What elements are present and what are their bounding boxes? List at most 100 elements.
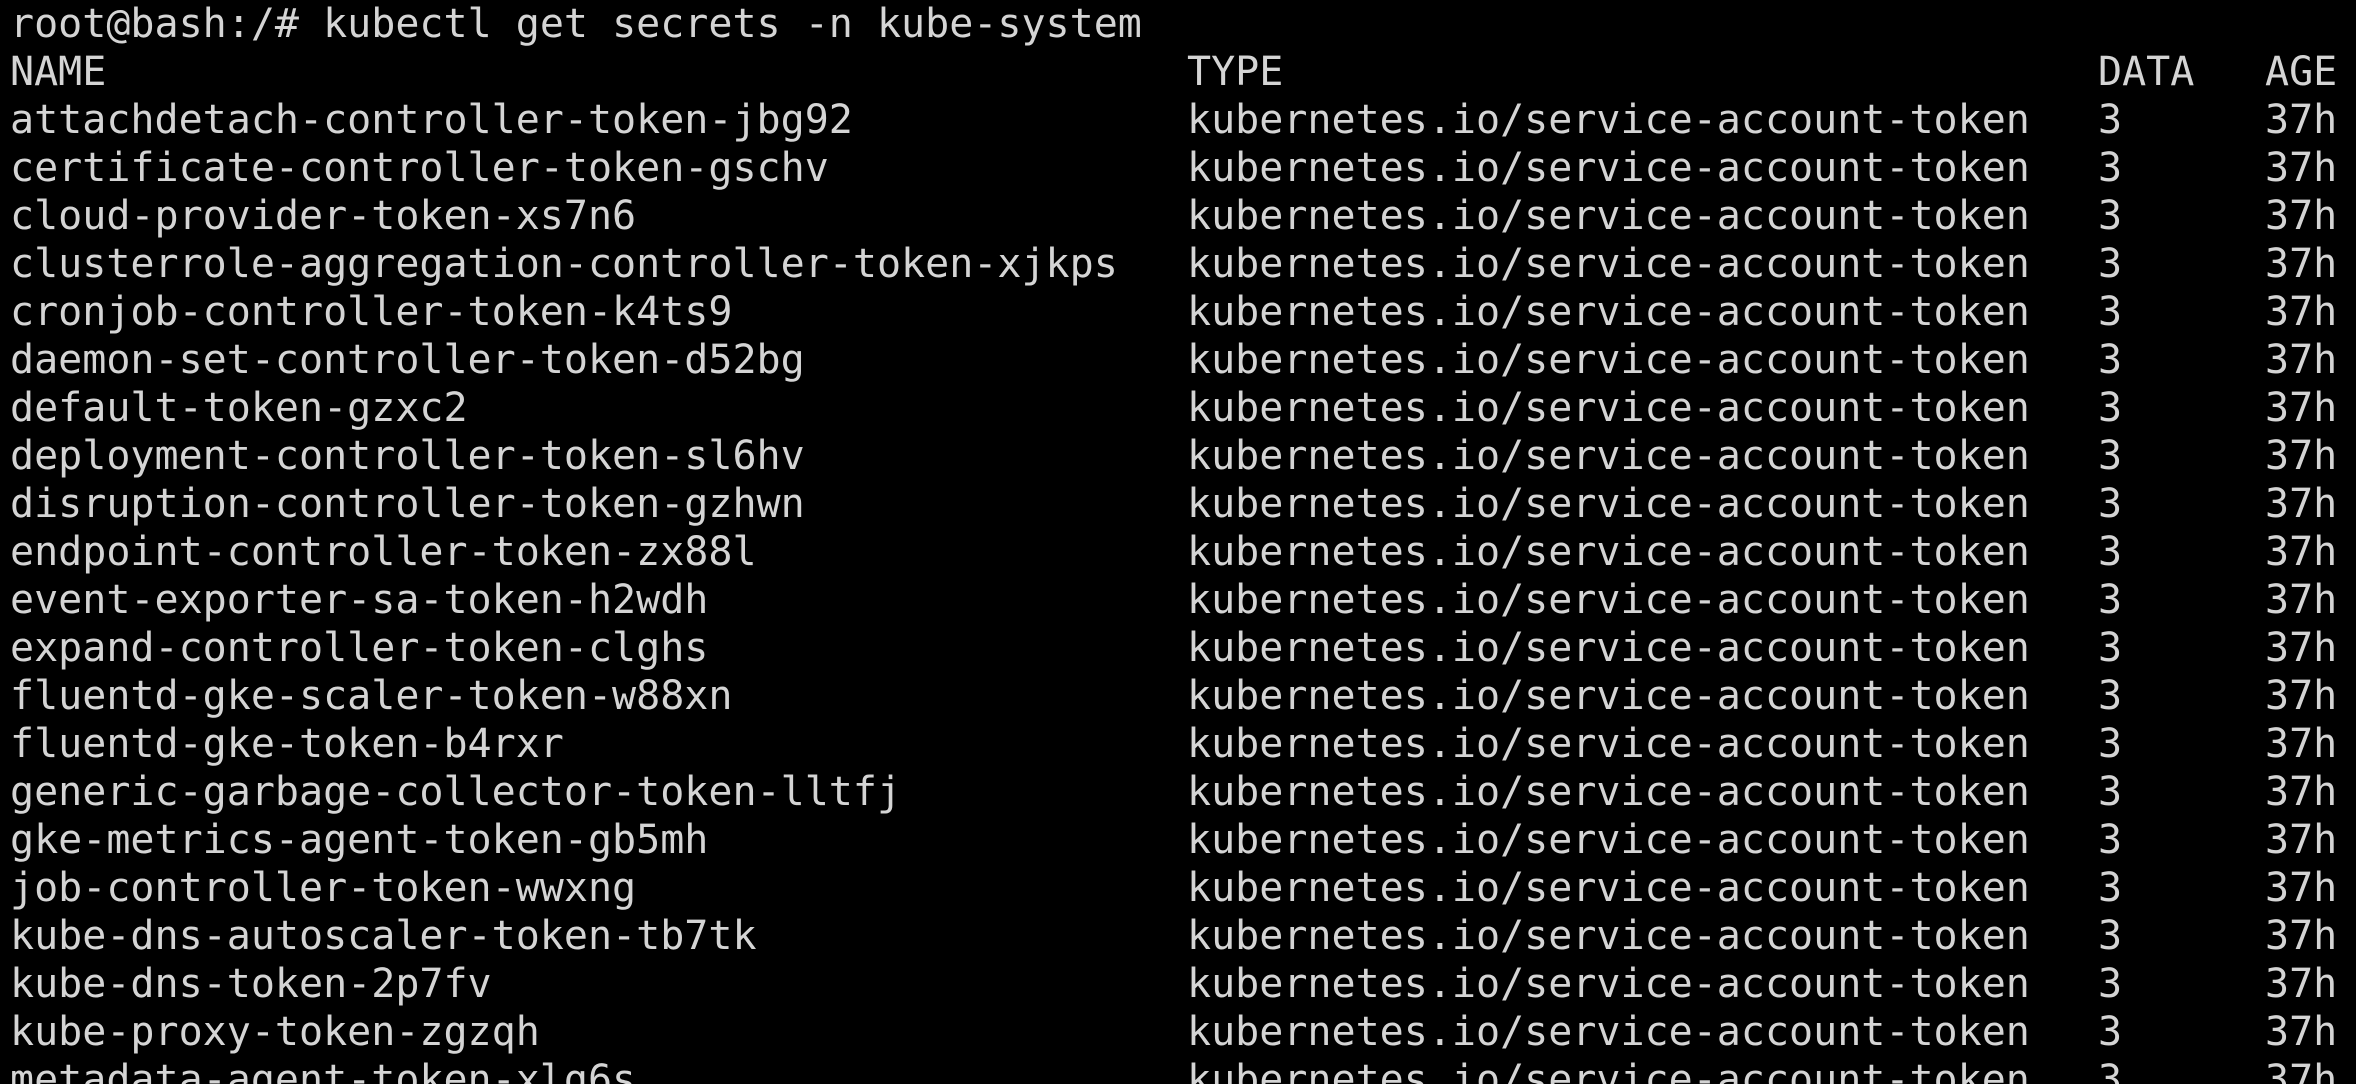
- secret-name-cell: gke-metrics-agent-token-gb5mh: [10, 817, 709, 863]
- table-row: event-exporter-sa-token-h2wdh kubernetes.…: [0, 576, 2356, 624]
- secret-data-cell: 3: [2098, 289, 2123, 335]
- table-row: cloud-provider-token-xs7n6 kubernetes.io/…: [0, 192, 2356, 240]
- secret-data-cell: 3: [2098, 865, 2123, 911]
- secret-name-cell: default-token-gzxc2: [10, 385, 468, 431]
- table-row: kube-dns-autoscaler-token-tb7tk kubernete…: [0, 912, 2356, 960]
- secret-type-cell: kubernetes.io/service-account-token: [1187, 145, 2030, 191]
- secret-type-cell: kubernetes.io/service-account-token: [1187, 529, 2030, 575]
- secret-data-cell: 3: [2098, 961, 2123, 1007]
- table-row: kube-dns-token-2p7fv kubernetes.io/servic…: [0, 960, 2356, 1008]
- secret-name-cell: kube-dns-autoscaler-token-tb7tk: [10, 913, 757, 959]
- secret-data-cell: 3: [2098, 1009, 2123, 1055]
- secret-age-cell: 37h: [2265, 1009, 2338, 1055]
- secret-age-cell: 37h: [2265, 97, 2338, 143]
- secret-data-cell: 3: [2098, 1057, 2123, 1084]
- secret-type-cell: kubernetes.io/service-account-token: [1187, 1009, 2030, 1055]
- secret-name-cell: job-controller-token-wwxng: [10, 865, 637, 911]
- secret-name-cell: kube-dns-token-2p7fv: [10, 961, 492, 1007]
- secret-type-cell: kubernetes.io/service-account-token: [1187, 865, 2030, 911]
- table-row: generic-garbage-collector-token-lltfj kub…: [0, 768, 2356, 816]
- secret-data-cell: 3: [2098, 385, 2123, 431]
- table-row: attachdetach-controller-token-jbg92 kuber…: [0, 96, 2356, 144]
- secret-data-cell: 3: [2098, 817, 2123, 863]
- secret-age-cell: 37h: [2265, 529, 2338, 575]
- secret-type-cell: kubernetes.io/service-account-token: [1187, 97, 2030, 143]
- secret-data-cell: 3: [2098, 577, 2123, 623]
- secret-data-cell: 3: [2098, 481, 2123, 527]
- command-line: root@bash:/# kubectl get secrets -n kube…: [10, 0, 2356, 48]
- secret-name-cell: expand-controller-token-clghs: [10, 625, 709, 671]
- secret-data-cell: 3: [2098, 673, 2123, 719]
- secret-type-cell: kubernetes.io/service-account-token: [1187, 913, 2030, 959]
- secret-type-cell: kubernetes.io/service-account-token: [1187, 625, 2030, 671]
- secret-age-cell: 37h: [2265, 289, 2338, 335]
- table-row: endpoint-controller-token-zx88l kubernete…: [0, 528, 2356, 576]
- table-row: certificate-controller-token-gschv kubern…: [0, 144, 2356, 192]
- secret-data-cell: 3: [2098, 193, 2123, 239]
- secret-data-cell: 3: [2098, 145, 2123, 191]
- secret-name-cell: event-exporter-sa-token-h2wdh: [10, 577, 709, 623]
- table-row: expand-controller-token-clghs kubernetes.…: [0, 624, 2356, 672]
- table-row: fluentd-gke-scaler-token-w88xn kubernetes…: [0, 672, 2356, 720]
- secret-age-cell: 37h: [2265, 337, 2338, 383]
- secret-name-cell: certificate-controller-token-gschv: [10, 145, 829, 191]
- secret-data-cell: 3: [2098, 769, 2123, 815]
- secret-age-cell: 37h: [2265, 241, 2338, 287]
- table-row: kube-proxy-token-zgzqh kubernetes.io/serv…: [0, 1008, 2356, 1056]
- column-header-data: DATA: [2098, 49, 2195, 95]
- secret-type-cell: kubernetes.io/service-account-token: [1187, 1057, 2030, 1084]
- table-row: job-controller-token-wwxng kubernetes.io/…: [0, 864, 2356, 912]
- secret-age-cell: 37h: [2265, 673, 2338, 719]
- secrets-table-body: attachdetach-controller-token-jbg92 kuber…: [0, 96, 2356, 1084]
- secret-age-cell: 37h: [2265, 865, 2338, 911]
- shell-prompt: root@bash:/#: [10, 1, 299, 47]
- secret-name-cell: metadata-agent-token-xlg6s: [10, 1057, 637, 1084]
- secret-age-cell: 37h: [2265, 577, 2338, 623]
- secret-age-cell: 37h: [2265, 817, 2338, 863]
- table-row: gke-metrics-agent-token-gb5mh kubernetes.…: [0, 816, 2356, 864]
- command-text: kubectl get secrets -n kube-system: [323, 1, 1142, 47]
- secret-name-cell: disruption-controller-token-gzhwn: [10, 481, 805, 527]
- table-header-row: NAME TYPE DATA AGE: [0, 48, 2356, 96]
- secret-age-cell: 37h: [2265, 721, 2338, 767]
- secret-data-cell: 3: [2098, 625, 2123, 671]
- secret-type-cell: kubernetes.io/service-account-token: [1187, 481, 2030, 527]
- table-row: daemon-set-controller-token-d52bg kuberne…: [0, 336, 2356, 384]
- secret-type-cell: kubernetes.io/service-account-token: [1187, 337, 2030, 383]
- table-row: fluentd-gke-token-b4rxr kubernetes.io/ser…: [0, 720, 2356, 768]
- secret-type-cell: kubernetes.io/service-account-token: [1187, 673, 2030, 719]
- secret-type-cell: kubernetes.io/service-account-token: [1187, 385, 2030, 431]
- table-row: deployment-controller-token-sl6hv kuberne…: [0, 432, 2356, 480]
- secret-name-cell: cloud-provider-token-xs7n6: [10, 193, 637, 239]
- secret-type-cell: kubernetes.io/service-account-token: [1187, 961, 2030, 1007]
- secret-age-cell: 37h: [2265, 961, 2338, 1007]
- table-row: clusterrole-aggregation-controller-token…: [0, 240, 2356, 288]
- secret-type-cell: kubernetes.io/service-account-token: [1187, 193, 2030, 239]
- secret-data-cell: 3: [2098, 337, 2123, 383]
- secret-name-cell: generic-garbage-collector-token-lltfj: [10, 769, 902, 815]
- secret-age-cell: 37h: [2265, 433, 2338, 479]
- column-header-name: NAME: [10, 49, 107, 95]
- secret-type-cell: kubernetes.io/service-account-token: [1187, 241, 2030, 287]
- secret-age-cell: 37h: [2265, 145, 2338, 191]
- secret-type-cell: kubernetes.io/service-account-token: [1187, 433, 2030, 479]
- secret-data-cell: 3: [2098, 241, 2123, 287]
- secret-name-cell: fluentd-gke-scaler-token-w88xn: [10, 673, 733, 719]
- secret-age-cell: 37h: [2265, 481, 2338, 527]
- secret-name-cell: deployment-controller-token-sl6hv: [10, 433, 805, 479]
- terminal-window[interactable]: root@bash:/# kubectl get secrets -n kube…: [0, 0, 2356, 1084]
- table-row: default-token-gzxc2 kubernetes.io/service…: [0, 384, 2356, 432]
- secret-type-cell: kubernetes.io/service-account-token: [1187, 721, 2030, 767]
- secret-name-cell: kube-proxy-token-zgzqh: [10, 1009, 540, 1055]
- secret-type-cell: kubernetes.io/service-account-token: [1187, 817, 2030, 863]
- secret-age-cell: 37h: [2265, 625, 2338, 671]
- table-row: cronjob-controller-token-k4ts9 kubernetes…: [0, 288, 2356, 336]
- column-header-age: AGE: [2265, 49, 2338, 95]
- secret-age-cell: 37h: [2265, 1057, 2338, 1084]
- secret-name-cell: fluentd-gke-token-b4rxr: [10, 721, 564, 767]
- secret-type-cell: kubernetes.io/service-account-token: [1187, 769, 2030, 815]
- secret-type-cell: kubernetes.io/service-account-token: [1187, 577, 2030, 623]
- secret-age-cell: 37h: [2265, 193, 2338, 239]
- table-row: disruption-controller-token-gzhwn kuberne…: [0, 480, 2356, 528]
- table-row: metadata-agent-token-xlg6s kubernetes.io/…: [0, 1056, 2356, 1084]
